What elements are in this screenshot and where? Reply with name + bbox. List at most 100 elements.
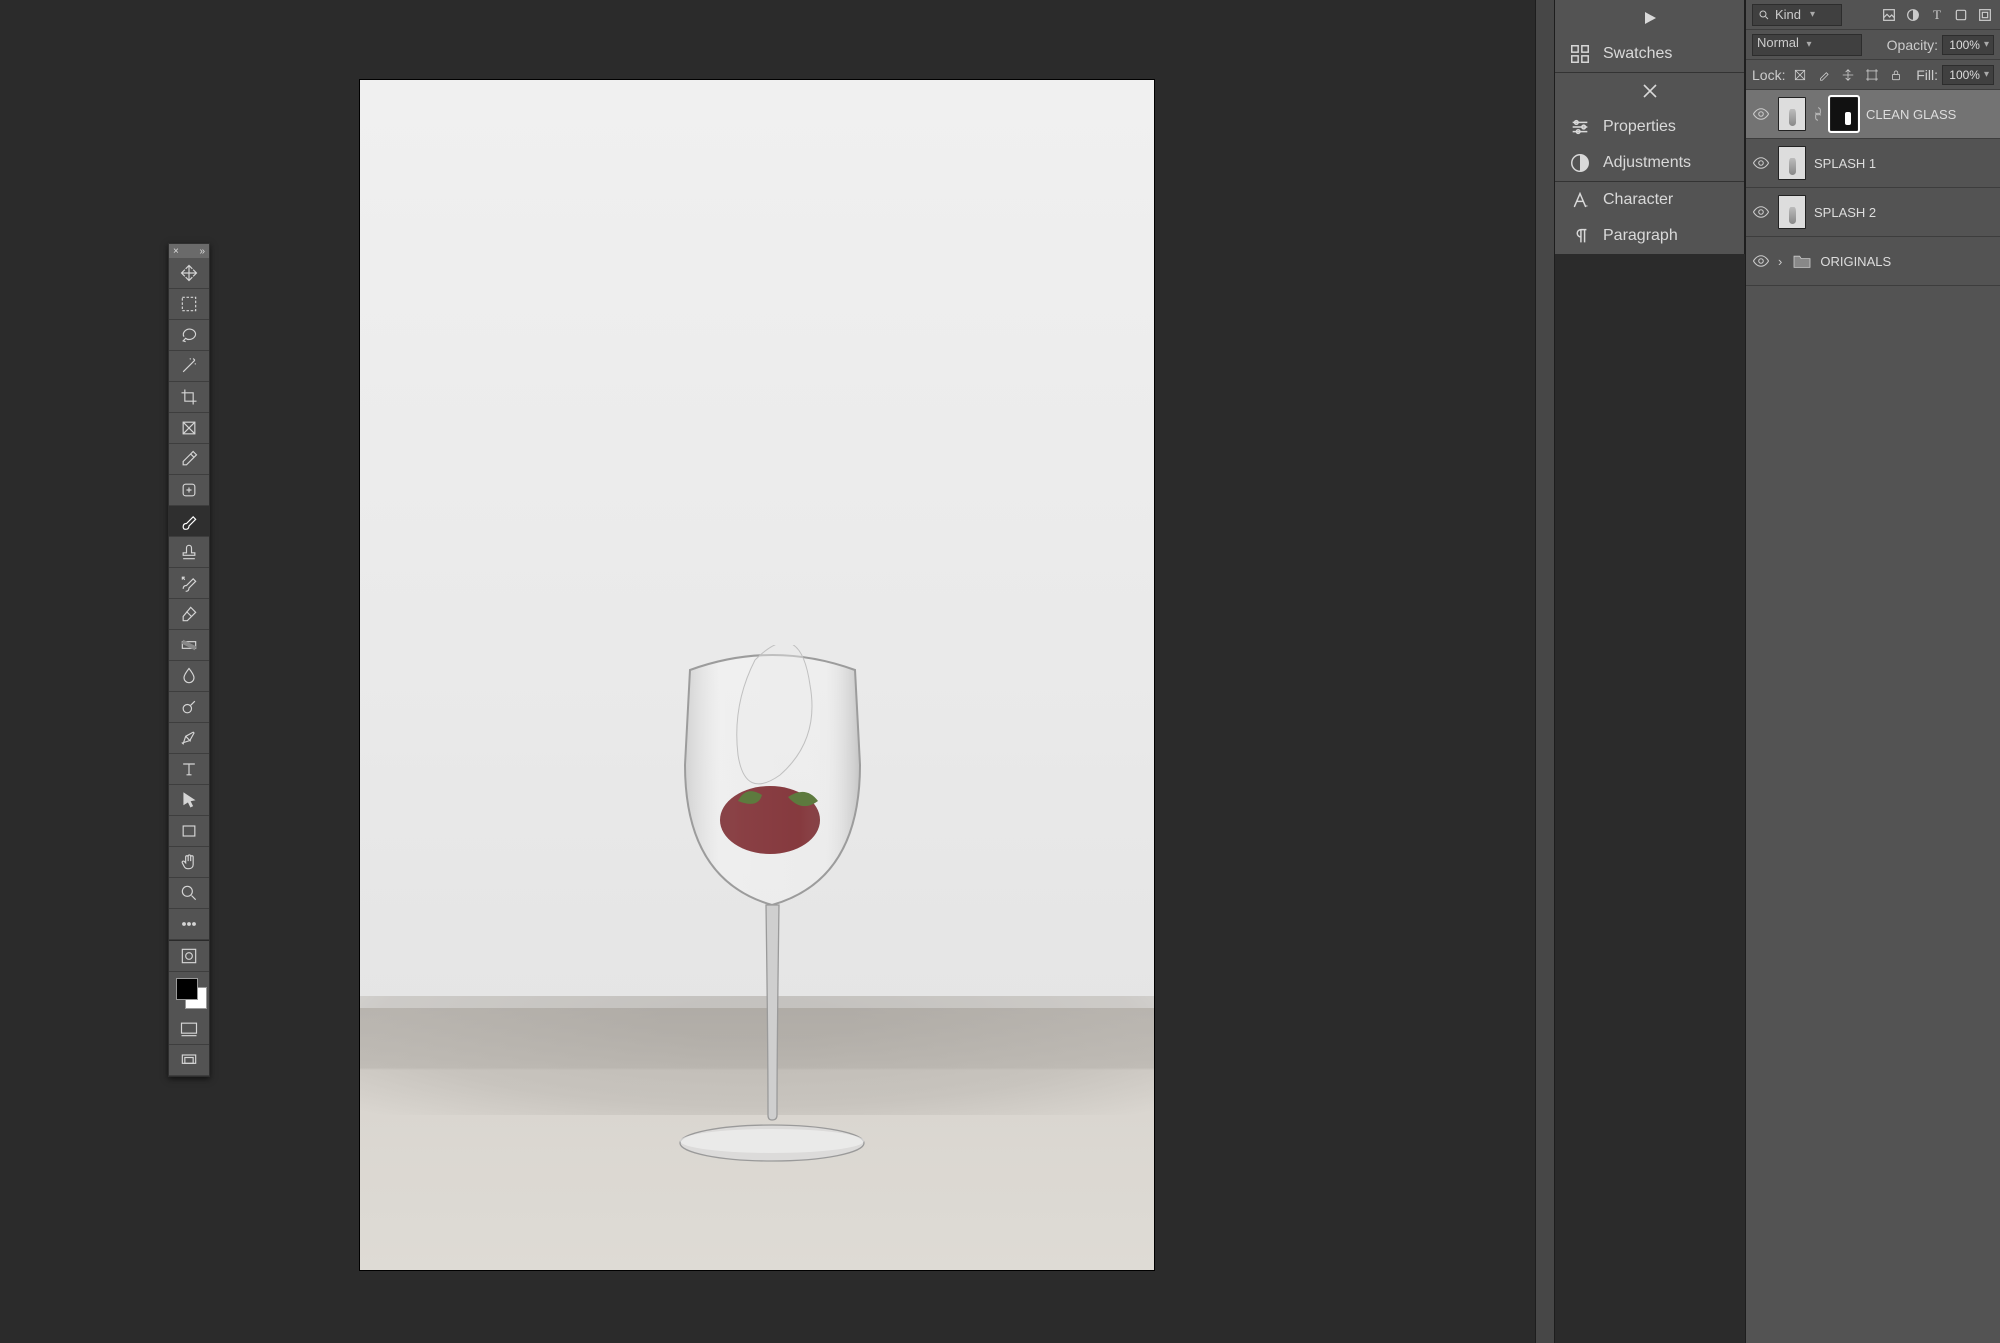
filter-adjust-icon[interactable]	[1904, 6, 1922, 24]
paragraph-panel-button[interactable]: Paragraph	[1555, 218, 1744, 254]
layer-name: SPLASH 1	[1814, 156, 1876, 171]
visibility-toggle[interactable]	[1752, 252, 1770, 270]
opacity-input[interactable]: 100%	[1942, 35, 1994, 55]
wand-tool[interactable]	[169, 351, 209, 382]
layer-row[interactable]: › ORIGINALS	[1746, 237, 2000, 286]
heal-tool[interactable]	[169, 475, 209, 506]
properties-panel-button[interactable]: Properties	[1555, 109, 1744, 145]
layer-name: CLEAN GLASS	[1866, 107, 1956, 122]
character-panel-button[interactable]: Character	[1555, 182, 1744, 218]
mask-thumbnail[interactable]	[1830, 97, 1858, 131]
sliders-icon	[1569, 116, 1591, 138]
close-icon[interactable]: ×	[173, 246, 179, 257]
layer-filter-row: Kind T	[1746, 0, 2000, 30]
layer-filter-kind-dropdown[interactable]: Kind	[1752, 4, 1842, 26]
fill-input[interactable]: 100%	[1942, 65, 1994, 85]
character-icon	[1569, 189, 1591, 211]
blend-mode-value: Normal	[1757, 35, 1799, 50]
color-swatches[interactable]	[169, 972, 209, 1014]
visibility-toggle[interactable]	[1752, 203, 1770, 221]
more-tool[interactable]	[169, 909, 209, 940]
filter-smart-icon[interactable]	[1976, 6, 1994, 24]
tool-presets-button[interactable]	[1555, 73, 1744, 109]
pen-tool[interactable]	[169, 723, 209, 754]
quickmask-toggle[interactable]	[169, 941, 209, 972]
blur-tool[interactable]	[169, 661, 209, 692]
brush-tool[interactable]	[169, 506, 209, 537]
layer-row[interactable]: SPLASH 1	[1746, 139, 2000, 188]
layer-name: SPLASH 2	[1814, 205, 1876, 220]
history-brush-tool[interactable]	[169, 568, 209, 599]
mask-link-icon[interactable]	[1814, 107, 1822, 121]
eyedropper-tool[interactable]	[169, 444, 209, 475]
tools-palette[interactable]: × »	[168, 243, 210, 1077]
crop-tool[interactable]	[169, 382, 209, 413]
tools-palette-titlebar[interactable]: × »	[169, 244, 209, 258]
lock-position-icon[interactable]	[1841, 68, 1855, 82]
swatches-label: Swatches	[1603, 45, 1672, 63]
lock-artboard-icon[interactable]	[1865, 68, 1879, 82]
swatches-icon	[1569, 43, 1591, 65]
collapsed-panels-column: Swatches Properties Adjustments Characte…	[1555, 0, 1745, 254]
rectangle-tool[interactable]	[169, 816, 209, 847]
dodge-tool[interactable]	[169, 692, 209, 723]
blend-opacity-row: Normal Opacity: 100%	[1746, 30, 2000, 60]
adjustments-label: Adjustments	[1603, 154, 1691, 172]
panel-dock-strip[interactable]	[1535, 0, 1555, 1343]
layer-name: ORIGINALS	[1820, 254, 1891, 269]
crossed-tools-icon	[1642, 83, 1658, 99]
opacity-label: Opacity:	[1887, 37, 1938, 53]
document-canvas[interactable]	[360, 80, 1154, 1270]
layer-thumbnail[interactable]	[1778, 195, 1806, 229]
marquee-tool[interactable]	[169, 289, 209, 320]
screenmode-cycle-button[interactable]	[169, 1045, 209, 1076]
layer-row[interactable]: SPLASH 2	[1746, 188, 2000, 237]
adjustments-panel-button[interactable]: Adjustments	[1555, 145, 1744, 181]
actions-play-button[interactable]	[1555, 0, 1744, 36]
lock-pixels-icon[interactable]	[1793, 68, 1807, 82]
type-tool[interactable]	[169, 754, 209, 785]
canvas-workspace[interactable]	[0, 0, 1535, 1343]
properties-label: Properties	[1603, 118, 1676, 136]
paragraph-icon	[1569, 225, 1591, 247]
foreground-color-swatch[interactable]	[176, 978, 198, 1000]
layers-panel: Kind T Normal Opacity: 100% Lock:	[1745, 0, 2000, 1343]
filter-pixel-icon[interactable]	[1880, 6, 1898, 24]
lock-all-icon[interactable]	[1889, 68, 1903, 82]
hand-tool[interactable]	[169, 847, 209, 878]
gradient-tool[interactable]	[169, 630, 209, 661]
collapse-icon[interactable]: »	[199, 246, 205, 257]
zoom-tool[interactable]	[169, 878, 209, 909]
blend-mode-dropdown[interactable]: Normal	[1752, 34, 1862, 56]
folder-icon	[1792, 253, 1812, 269]
lock-fill-row: Lock: Fill: 100%	[1746, 60, 2000, 90]
character-label: Character	[1603, 191, 1673, 209]
fill-label: Fill:	[1916, 67, 1938, 83]
layer-thumbnail[interactable]	[1778, 97, 1806, 131]
adjustments-icon	[1569, 152, 1591, 174]
layer-list: CLEAN GLASS SPLASH 1 SPLASH 2 › ORIGINALS	[1746, 90, 2000, 286]
layer-row[interactable]: CLEAN GLASS	[1746, 90, 2000, 139]
stamp-tool[interactable]	[169, 537, 209, 568]
search-icon	[1758, 9, 1770, 21]
move-tool[interactable]	[169, 258, 209, 289]
lasso-tool[interactable]	[169, 320, 209, 351]
fill-value: 100%	[1949, 68, 1980, 82]
frame-tool[interactable]	[169, 413, 209, 444]
visibility-toggle[interactable]	[1752, 154, 1770, 172]
path-select-tool[interactable]	[169, 785, 209, 816]
kind-label: Kind	[1775, 7, 1801, 22]
wine-glass-illustration	[660, 645, 885, 1205]
visibility-toggle[interactable]	[1752, 105, 1770, 123]
opacity-value: 100%	[1949, 38, 1980, 52]
lock-label: Lock:	[1752, 67, 1785, 83]
layer-thumbnail[interactable]	[1778, 146, 1806, 180]
paragraph-label: Paragraph	[1603, 227, 1678, 245]
swatches-panel-button[interactable]: Swatches	[1555, 36, 1744, 72]
filter-type-icon[interactable]: T	[1928, 6, 1946, 24]
filter-shape-icon[interactable]	[1952, 6, 1970, 24]
group-expand-arrow[interactable]: ›	[1778, 254, 1782, 269]
eraser-tool[interactable]	[169, 599, 209, 630]
screenmode-button[interactable]	[169, 1014, 209, 1045]
lock-paint-icon[interactable]	[1817, 68, 1831, 82]
